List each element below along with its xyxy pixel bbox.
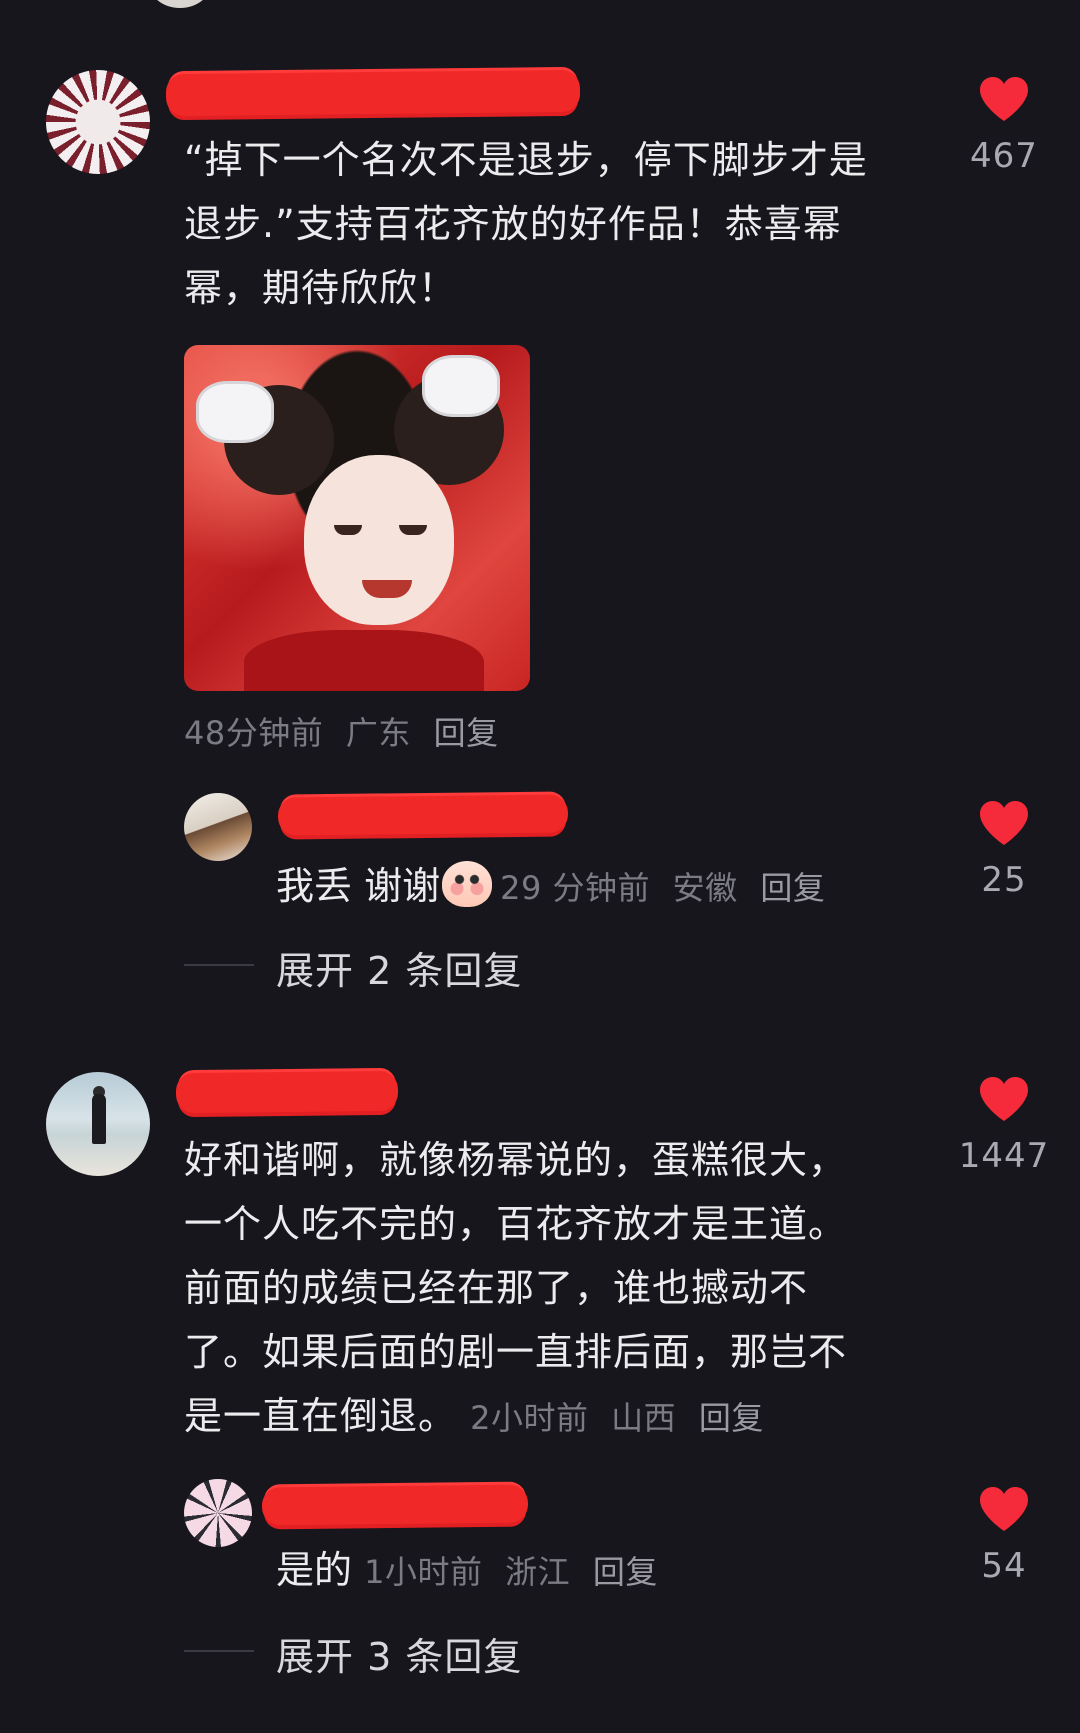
reply-text: 是的 <box>276 1548 353 1592</box>
reply-avatar[interactable] <box>184 793 252 861</box>
expand-divider <box>184 1650 254 1652</box>
heart-icon <box>980 801 1028 845</box>
reply-button[interactable]: 回复 <box>760 869 825 907</box>
redacted-username <box>165 69 581 117</box>
like-count: 54 <box>981 1546 1027 1586</box>
comment-location: 山西 <box>611 1399 677 1437</box>
commenter-avatar[interactable] <box>46 1072 150 1176</box>
reply-text: 我丢 谢谢 <box>276 864 441 908</box>
previous-comment-avatar[interactable] <box>148 0 212 8</box>
like-button[interactable]: 54 <box>954 1486 1054 1586</box>
reply-time: 29 分钟前 <box>500 869 650 907</box>
comment-location: 广东 <box>345 714 411 752</box>
reply-time: 1小时前 <box>364 1553 483 1591</box>
like-button[interactable]: 25 <box>954 800 1054 900</box>
comment-body: “掉下一个名次不是退步，停下脚步才是 退步.”支持百花齐放的好作品！恭喜幂 幂，… <box>184 128 944 320</box>
comment-body: 好和谐啊，就像杨幂说的，蛋糕很大， 一个人吃不完的，百花齐放才是王道。 前面的成… <box>184 1128 944 1450</box>
expand-replies-button[interactable]: 展开 2 条回复 <box>276 940 522 995</box>
comment-line: 是一直在倒退。 <box>184 1394 458 1438</box>
comment-line-with-meta: 是一直在倒退。 2小时前 山西 回复 <box>184 1384 944 1450</box>
expand-divider <box>184 964 254 966</box>
comment-line: 了。如果后面的剧一直排后面，那岂不 <box>184 1330 848 1374</box>
comment-line: 退步.”支持百花齐放的好作品！恭喜幂 <box>184 202 842 246</box>
reply-location: 安徽 <box>672 869 738 907</box>
comment-meta: 48分钟前 广东 回复 <box>184 708 499 754</box>
comment-time: 48分钟前 <box>184 714 324 752</box>
reply-body: 是的 1小时前 浙江 回复 <box>276 1542 658 1600</box>
heart-icon <box>980 77 1028 121</box>
comment-time: 2小时前 <box>470 1399 589 1437</box>
comment-line: 一个人吃不完的，百花齐放才是王道。 <box>184 1202 848 1246</box>
like-count: 467 <box>970 136 1038 176</box>
reply-location: 浙江 <box>505 1553 571 1591</box>
like-count: 25 <box>981 860 1027 900</box>
redacted-username <box>277 794 569 836</box>
comment-line: 前面的成绩已经在那了，谁也撼动不 <box>184 1266 809 1310</box>
comment-image[interactable] <box>184 345 530 691</box>
reply-button[interactable]: 回复 <box>699 1399 764 1437</box>
like-count: 1447 <box>958 1136 1050 1176</box>
reply-button[interactable]: 回复 <box>434 714 499 752</box>
expand-replies-button[interactable]: 展开 3 条回复 <box>276 1626 522 1681</box>
redacted-username <box>261 1484 529 1526</box>
like-button[interactable]: 467 <box>954 76 1054 176</box>
reply-body: 我丢 谢谢 29 分钟前 安徽 回复 <box>276 858 825 916</box>
blush-face-emoji-icon <box>442 861 493 907</box>
like-button[interactable]: 1447 <box>954 1076 1054 1176</box>
reply-avatar[interactable] <box>184 1479 252 1547</box>
redacted-username <box>175 1070 399 1114</box>
reply-button[interactable]: 回复 <box>593 1553 658 1591</box>
comment-line: “掉下一个名次不是退步，停下脚步才是 <box>184 138 868 182</box>
comment-line: 幂，期待欣欣！ <box>184 266 458 310</box>
commenter-avatar[interactable] <box>46 70 150 174</box>
heart-icon <box>980 1077 1028 1121</box>
heart-icon <box>980 1487 1028 1531</box>
comment-line: 好和谐啊，就像杨幂说的，蛋糕很大， <box>184 1138 848 1182</box>
